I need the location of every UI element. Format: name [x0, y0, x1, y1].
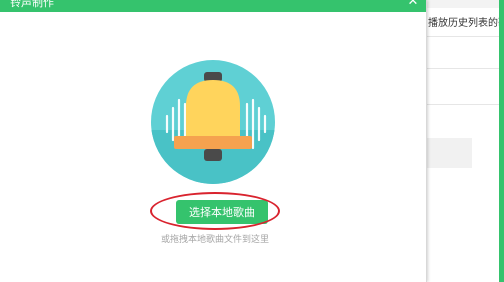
divider [420, 68, 504, 69]
divider [420, 36, 504, 37]
select-local-song-button[interactable]: 选择本地歌曲 [176, 200, 268, 224]
dialog-titlebar: 铃声制作 ✕ [0, 0, 426, 12]
window-edge [499, 0, 504, 282]
background-window: 播放历史列表的歌曲 [420, 0, 504, 282]
background-panel [426, 138, 472, 168]
divider [420, 104, 504, 105]
ringtone-dialog: 铃声制作 ✕ 选择本地歌曲 或拖拽本地歌曲文件到这里 [0, 0, 427, 282]
close-icon[interactable]: ✕ [406, 0, 420, 9]
screen: 播放历史列表的歌曲 铃声制作 ✕ [0, 0, 504, 282]
dialog-title: 铃声制作 [10, 0, 54, 9]
drag-drop-hint: 或拖拽本地歌曲文件到这里 [160, 235, 269, 245]
background-toolbar [420, 0, 504, 8]
bell-icon [151, 60, 275, 184]
background-window-text: 播放历史列表的歌曲 [428, 18, 504, 29]
